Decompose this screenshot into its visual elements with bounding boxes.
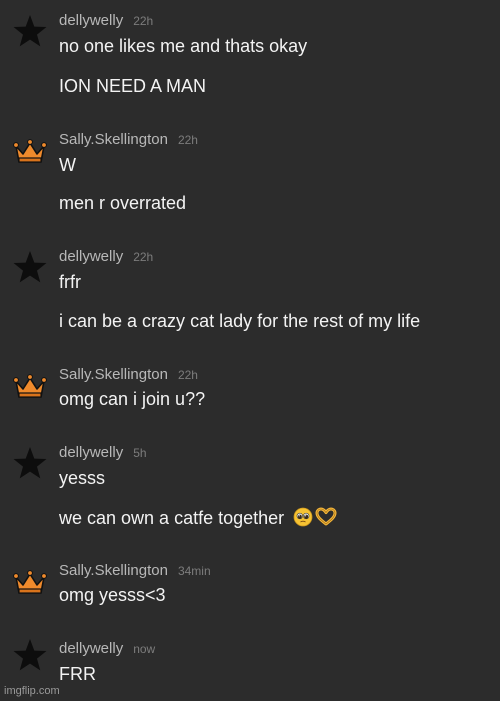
message-text: W (59, 155, 76, 175)
star-icon[interactable] (12, 14, 48, 50)
username[interactable]: dellywelly (59, 444, 123, 461)
timestamp: 22h (177, 133, 198, 147)
message-text: omg yesss<3 (59, 585, 166, 605)
crown-icon[interactable] (12, 133, 48, 169)
message-header: Sally.Skellington 22h (59, 131, 198, 149)
message-text: omg can i join u?? (59, 389, 206, 409)
username[interactable]: Sally.Skellington (59, 562, 168, 579)
message-text: we can own a catfe together (59, 508, 285, 528)
heart-hands-icon (315, 507, 337, 532)
message-header: dellywelly now (59, 640, 155, 658)
username[interactable]: dellywelly (59, 248, 123, 265)
timestamp: 22h (133, 250, 154, 264)
message-header: dellywelly 22h (59, 248, 153, 266)
message-text: i can be a crazy cat lady for the rest o… (59, 311, 421, 331)
message-text-with-emoji: we can own a catfe together (59, 507, 337, 532)
message-text: frfr (59, 272, 81, 292)
crown-icon[interactable] (12, 368, 48, 404)
message-text: FRR (59, 664, 96, 684)
timestamp: 22h (177, 368, 198, 382)
message-text: yesss (59, 468, 106, 488)
message-text: ION NEED A MAN (59, 76, 207, 96)
username[interactable]: dellywelly (59, 640, 123, 657)
username[interactable]: Sally.Skellington (59, 131, 168, 148)
crown-icon[interactable] (12, 564, 48, 600)
timestamp: 34min (177, 564, 211, 578)
watermark: imgflip.com (4, 685, 60, 697)
timestamp: 22h (133, 14, 154, 28)
message-header: dellywelly 22h (59, 12, 153, 30)
star-icon[interactable] (12, 638, 48, 674)
message-header: Sally.Skellington 34min (59, 562, 211, 580)
star-icon[interactable] (12, 446, 48, 482)
star-icon[interactable] (12, 250, 48, 286)
message-text: men r overrated (59, 193, 187, 213)
username[interactable]: Sally.Skellington (59, 366, 168, 383)
message-header: Sally.Skellington 22h (59, 366, 198, 384)
message-header: dellywelly 5h (59, 444, 147, 462)
timestamp: 5h (133, 446, 147, 460)
timestamp: now (133, 642, 156, 656)
message-text: no one likes me and thats okay (59, 36, 308, 56)
pleading-face-icon (293, 507, 313, 532)
username[interactable]: dellywelly (59, 12, 123, 29)
